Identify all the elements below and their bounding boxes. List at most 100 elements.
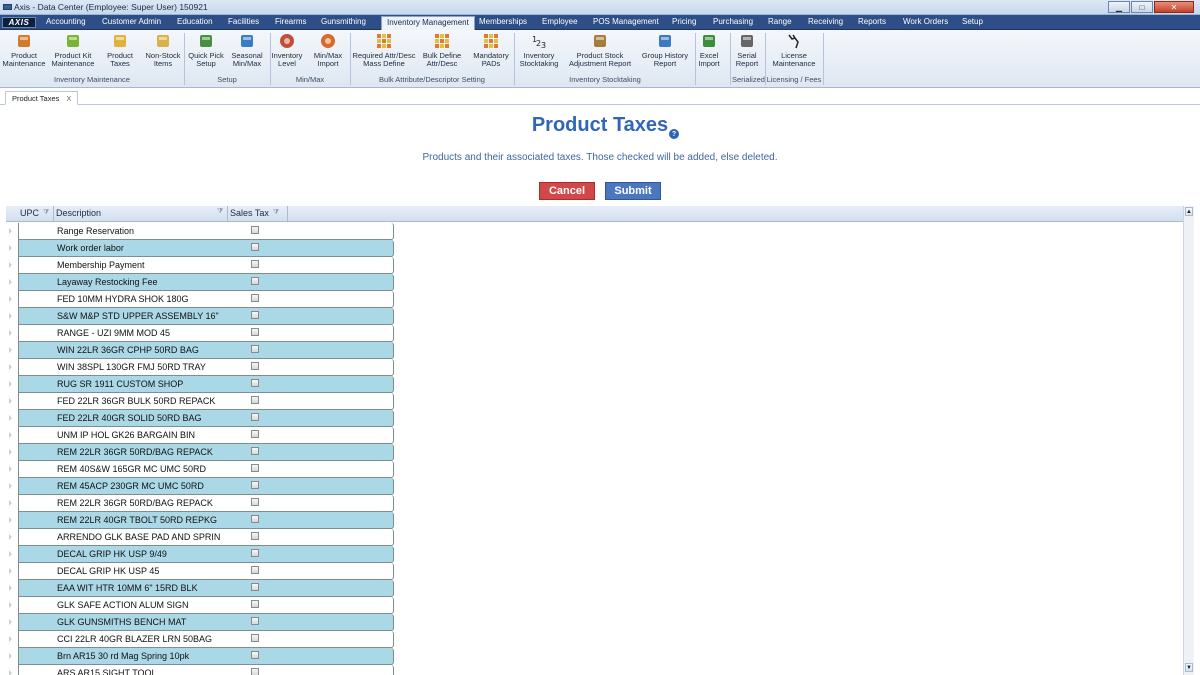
ribbon-button-group-history-report[interactable]: Group History Report bbox=[636, 32, 694, 68]
sales-tax-checkbox[interactable] bbox=[251, 396, 259, 404]
help-icon[interactable]: ? bbox=[669, 129, 679, 139]
menu-item-pricing[interactable]: Pricing bbox=[672, 17, 696, 26]
ribbon-button-product-maintenance[interactable]: Product Maintenance bbox=[2, 32, 46, 68]
menu-item-education[interactable]: Education bbox=[177, 17, 213, 26]
ribbon-button-inventory-level[interactable]: Inventory Level bbox=[269, 32, 305, 68]
menu-item-facilities[interactable]: Facilities bbox=[228, 17, 259, 26]
ribbon-button-license-maintenance[interactable]: License Maintenance bbox=[766, 32, 822, 68]
table-row[interactable]: REM 22LR 36GR 50RD/BAG REPACK bbox=[9, 444, 394, 461]
vertical-scrollbar[interactable]: ▲ ▼ bbox=[1183, 206, 1194, 675]
ribbon-button-quick-pick-setup[interactable]: Quick Pick Setup bbox=[188, 32, 224, 68]
minimize-button[interactable]: ▁ bbox=[1108, 1, 1130, 13]
table-row[interactable]: WIN 38SPL 130GR FMJ 50RD TRAY bbox=[9, 359, 394, 376]
maximize-button[interactable]: □ bbox=[1131, 1, 1153, 13]
menu-item-receiving[interactable]: Receiving bbox=[808, 17, 843, 26]
menu-item-accounting[interactable]: Accounting bbox=[46, 17, 86, 26]
sales-tax-checkbox[interactable] bbox=[251, 311, 259, 319]
menu-item-work-orders[interactable]: Work Orders bbox=[903, 17, 948, 26]
sales-tax-checkbox[interactable] bbox=[251, 413, 259, 421]
ribbon-button-bulk-define-attr-desc[interactable]: Bulk Define Attr/Desc bbox=[418, 32, 466, 68]
column-header-upc[interactable]: UPC ⧩ bbox=[20, 208, 49, 218]
table-row[interactable]: Membership Payment bbox=[9, 257, 394, 274]
ribbon-button-seasonal-min-max[interactable]: Seasonal Min/Max bbox=[228, 32, 266, 68]
table-row[interactable]: CCI 22LR 40GR BLAZER LRN 50BAG bbox=[9, 631, 394, 648]
filter-icon[interactable]: ⧩ bbox=[273, 209, 279, 217]
ribbon-button-required-attr-desc-mass-define[interactable]: Required Attr/Desc Mass Define bbox=[352, 32, 416, 68]
table-row[interactable]: Range Reservation bbox=[9, 223, 394, 240]
filter-icon[interactable]: ⧩ bbox=[217, 208, 223, 216]
ribbon-button-mandatory-pads[interactable]: Mandatory PADs bbox=[470, 32, 512, 68]
ribbon-button-non-stock-items[interactable]: Non-Stock Items bbox=[142, 32, 184, 68]
sales-tax-checkbox[interactable] bbox=[251, 226, 259, 234]
menu-item-firearms[interactable]: Firearms bbox=[275, 17, 307, 26]
sales-tax-checkbox[interactable] bbox=[251, 362, 259, 370]
table-row[interactable]: REM 40S&W 165GR MC UMC 50RD bbox=[9, 461, 394, 478]
menu-item-reports[interactable]: Reports bbox=[858, 17, 886, 26]
sales-tax-checkbox[interactable] bbox=[251, 566, 259, 574]
table-row[interactable]: S&W M&P STD UPPER ASSEMBLY 16" bbox=[9, 308, 394, 325]
sales-tax-checkbox[interactable] bbox=[251, 515, 259, 523]
ribbon-button-min-max-import[interactable]: Min/Max Import bbox=[309, 32, 347, 68]
sales-tax-checkbox[interactable] bbox=[251, 481, 259, 489]
table-row[interactable]: DECAL GRIP HK USP 45 bbox=[9, 563, 394, 580]
table-row[interactable]: FED 22LR 40GR SOLID 50RD BAG bbox=[9, 410, 394, 427]
sales-tax-checkbox[interactable] bbox=[251, 583, 259, 591]
tab-product-taxes[interactable]: Product Taxes X bbox=[5, 91, 79, 105]
menu-item-pos-management[interactable]: POS Management bbox=[593, 17, 659, 26]
menu-item-memberships[interactable]: Memberships bbox=[479, 17, 527, 26]
filter-icon[interactable]: ⧩ bbox=[43, 209, 49, 217]
table-row[interactable]: RUG SR 1911 CUSTOM SHOP bbox=[9, 376, 394, 393]
sales-tax-checkbox[interactable] bbox=[251, 379, 259, 387]
menu-item-setup[interactable]: Setup bbox=[962, 17, 983, 26]
scroll-down-icon[interactable]: ▼ bbox=[1185, 663, 1193, 672]
table-row[interactable]: GLK SAFE ACTION ALUM SIGN bbox=[9, 597, 394, 614]
table-row[interactable]: Brn AR15 30 rd Mag Spring 10pk bbox=[9, 648, 394, 665]
sales-tax-checkbox[interactable] bbox=[251, 328, 259, 336]
table-row[interactable]: REM 22LR 36GR 50RD/BAG REPACK bbox=[9, 495, 394, 512]
table-row[interactable]: EAA WIT HTR 10MM 6" 15RD BLK bbox=[9, 580, 394, 597]
sales-tax-checkbox[interactable] bbox=[251, 294, 259, 302]
menu-item-gunsmithing[interactable]: Gunsmithing bbox=[321, 17, 366, 26]
column-header-sales-tax[interactable]: Sales Tax ⧩ bbox=[230, 208, 279, 218]
table-row[interactable]: ARS AR15 SIGHT TOOL bbox=[9, 665, 394, 675]
table-row[interactable]: FED 10MM HYDRA SHOK 180G bbox=[9, 291, 394, 308]
cancel-button[interactable]: Cancel bbox=[539, 182, 595, 200]
menu-item-range[interactable]: Range bbox=[768, 17, 792, 26]
menu-item-customer-admin[interactable]: Customer Admin bbox=[102, 17, 161, 26]
table-row[interactable]: DECAL GRIP HK USP 9/49 bbox=[9, 546, 394, 563]
sales-tax-checkbox[interactable] bbox=[251, 532, 259, 540]
sales-tax-checkbox[interactable] bbox=[251, 243, 259, 251]
ribbon-button-product-taxes[interactable]: Product Taxes bbox=[101, 32, 139, 68]
menu-item-employee[interactable]: Employee bbox=[542, 17, 578, 26]
sales-tax-checkbox[interactable] bbox=[251, 345, 259, 353]
sales-tax-checkbox[interactable] bbox=[251, 277, 259, 285]
sales-tax-checkbox[interactable] bbox=[251, 430, 259, 438]
scroll-up-icon[interactable]: ▲ bbox=[1185, 207, 1193, 216]
sales-tax-checkbox[interactable] bbox=[251, 600, 259, 608]
table-row[interactable]: REM 22LR 40GR TBOLT 50RD REPKG bbox=[9, 512, 394, 529]
sales-tax-checkbox[interactable] bbox=[251, 447, 259, 455]
table-row[interactable]: FED 22LR 36GR BULK 50RD REPACK bbox=[9, 393, 394, 410]
table-row[interactable]: Layaway Restocking Fee bbox=[9, 274, 394, 291]
close-button[interactable]: ✕ bbox=[1154, 1, 1194, 13]
menu-item-inventory-management[interactable]: Inventory Management bbox=[381, 16, 475, 30]
sales-tax-checkbox[interactable] bbox=[251, 260, 259, 268]
tab-close-icon[interactable]: X bbox=[66, 94, 71, 103]
sales-tax-checkbox[interactable] bbox=[251, 668, 259, 675]
sales-tax-checkbox[interactable] bbox=[251, 651, 259, 659]
ribbon-button-inventory-stocktaking[interactable]: 1 2 3 Inventory Stocktaking bbox=[517, 32, 561, 68]
table-row[interactable]: WIN 22LR 36GR CPHP 50RD BAG bbox=[9, 342, 394, 359]
table-row[interactable]: RANGE - UZI 9MM MOD 45 bbox=[9, 325, 394, 342]
sales-tax-checkbox[interactable] bbox=[251, 549, 259, 557]
ribbon-button-product-kit-maintenance[interactable]: Product Kit Maintenance bbox=[50, 32, 96, 68]
sales-tax-checkbox[interactable] bbox=[251, 498, 259, 506]
sales-tax-checkbox[interactable] bbox=[251, 464, 259, 472]
ribbon-button-excel-import[interactable]: Excel Import bbox=[696, 32, 722, 68]
table-row[interactable]: Work order labor bbox=[9, 240, 394, 257]
sales-tax-checkbox[interactable] bbox=[251, 634, 259, 642]
submit-button[interactable]: Submit bbox=[605, 182, 661, 200]
ribbon-button-serial-report[interactable]: Serial Report bbox=[732, 32, 762, 68]
table-row[interactable]: UNM IP HOL GK26 BARGAIN BIN bbox=[9, 427, 394, 444]
sales-tax-checkbox[interactable] bbox=[251, 617, 259, 625]
table-row[interactable]: REM 45ACP 230GR MC UMC 50RD bbox=[9, 478, 394, 495]
